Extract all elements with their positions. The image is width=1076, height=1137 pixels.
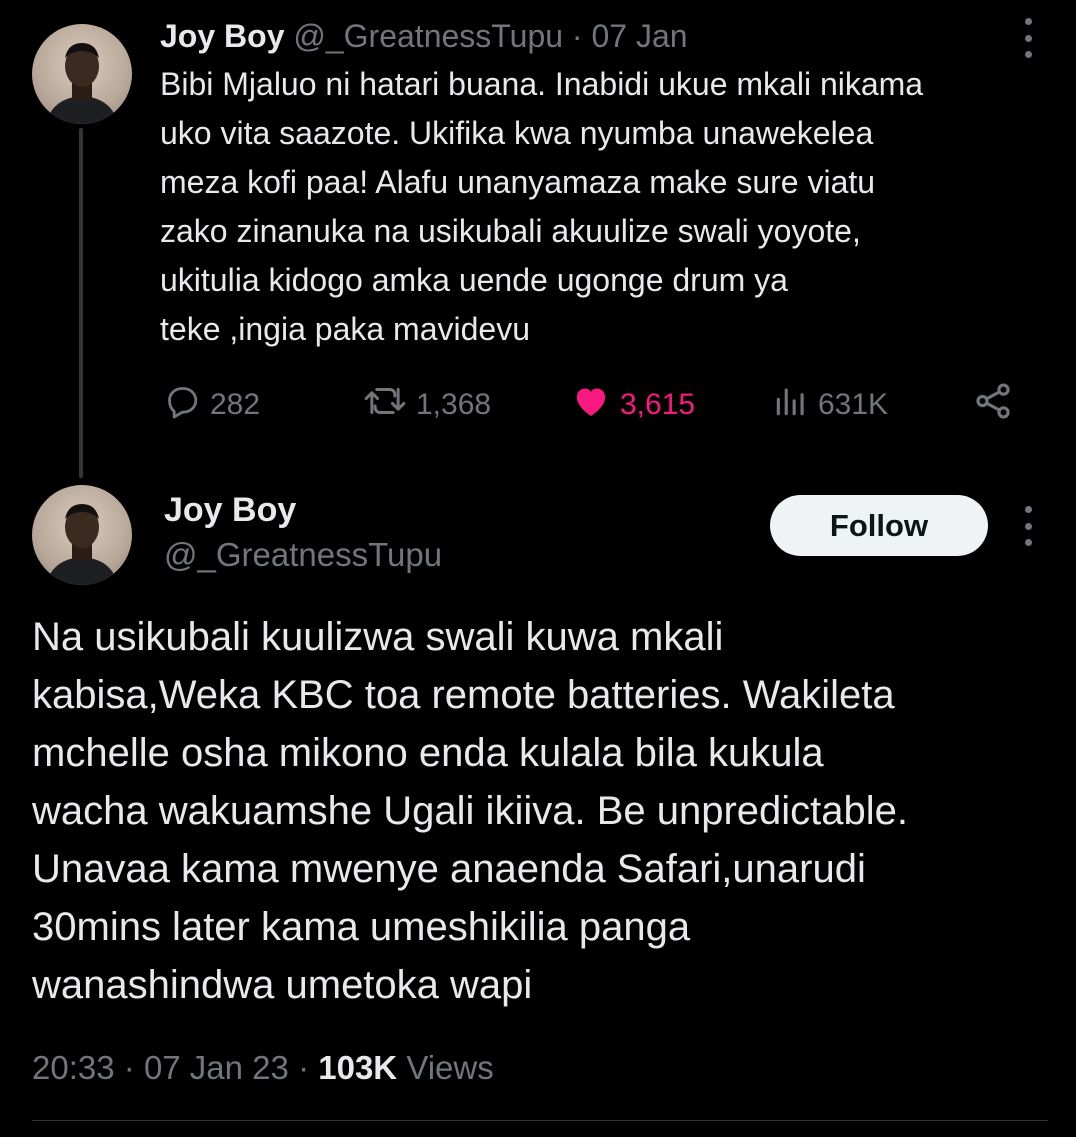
tweet-date[interactable]: 07 Jan 23 [144,1049,289,1086]
share-button[interactable] [972,380,1014,430]
tweet-time[interactable]: 20:33 [32,1049,115,1086]
views-label: Views [406,1049,494,1086]
retweet-button[interactable]: 1,368 [362,380,491,430]
tweet-metadata: 20:33 · 07 Jan 23 · 103K Views [32,1046,494,1090]
thread-connector-line [79,128,83,478]
views-icon [772,381,810,429]
divider [32,1120,1048,1121]
meta-separator: · [298,1049,310,1086]
like-count: 3,615 [620,388,696,421]
more-icon[interactable] [1022,18,1034,58]
main-tweet-text: Na usikubali kuulizwa swali kuwa mkali k… [32,615,909,1007]
reply-icon [162,381,202,429]
more-icon[interactable] [1022,506,1034,546]
parent-author-handle[interactable]: @_GreatnessTupu [293,18,563,54]
share-icon [972,380,1014,430]
parent-tweet-header: Joy Boy @_GreatnessTupu · 07 Jan [160,14,688,58]
main-author-handle[interactable]: @_GreatnessTupu [164,533,442,577]
retweet-count: 1,368 [416,388,492,421]
parent-avatar[interactable] [32,24,132,124]
main-author-name[interactable]: Joy Boy [164,488,296,532]
heart-icon [570,381,612,429]
retweet-icon [362,381,408,429]
parent-author-name[interactable]: Joy Boy [160,18,284,54]
meta-separator: · [123,1049,135,1086]
follow-button[interactable]: Follow [770,495,988,556]
parent-tweet-date[interactable]: 07 Jan [591,18,687,54]
reply-button[interactable]: 282 [162,380,260,430]
reply-count: 282 [210,388,261,421]
views-total[interactable]: 103K [318,1049,397,1086]
views-button[interactable]: 631K [772,380,888,430]
tweet-thread: Joy Boy @_GreatnessTupu · 07 Jan Bibi Mj… [0,0,1076,1137]
parent-tweet-actions: 282 1,368 3,615 631K [160,380,1030,430]
like-button[interactable]: 3,615 [570,380,695,430]
header-separator: · [571,18,583,54]
parent-tweet-text: Bibi Mjaluo ni hatari buana. Inabidi uku… [160,66,924,347]
views-count: 631K [818,388,889,421]
main-avatar[interactable] [32,485,132,585]
